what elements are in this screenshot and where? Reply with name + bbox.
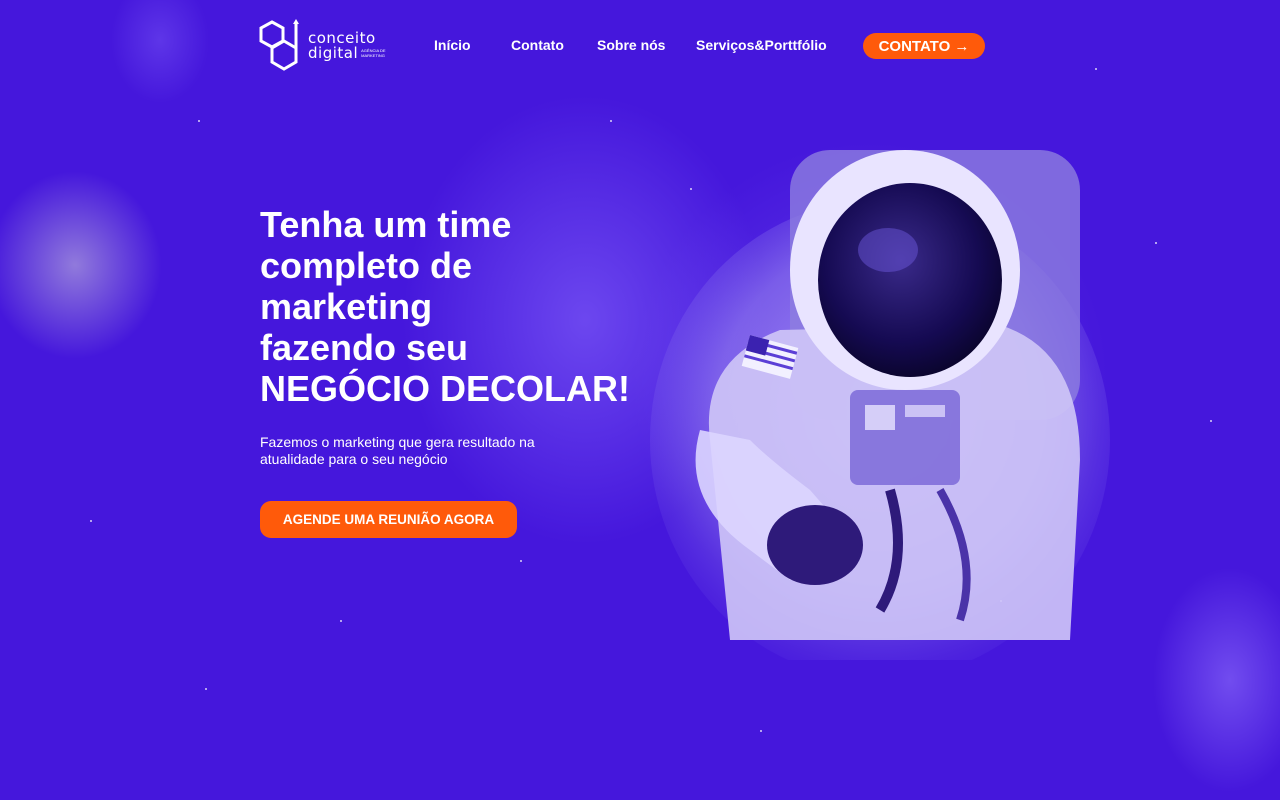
brand-wordmark: conceito digital AGÊNCIA DE MARKETING bbox=[308, 31, 389, 61]
nav-item-sobre-nos[interactable]: Sobre nós bbox=[597, 37, 665, 53]
nav-item-contato[interactable]: Contato bbox=[511, 37, 564, 53]
hexagon-logo-icon bbox=[259, 19, 299, 71]
hero-title-line: marketing bbox=[260, 286, 433, 327]
hero-title-line: completo de bbox=[260, 245, 473, 286]
hero-title-line: Tenha um time bbox=[260, 204, 512, 245]
hero-title-line: fazendo seu bbox=[260, 327, 469, 368]
nav-item-servicos-portfolio[interactable]: Serviços&Porttfólio bbox=[696, 37, 827, 53]
hero-subtitle: Fazemos o marketing que gera resultado n… bbox=[260, 434, 535, 467]
brand-name-line2: digital bbox=[308, 44, 359, 62]
astronaut-illustration bbox=[650, 150, 1110, 660]
nav-item-inicio[interactable]: Início bbox=[434, 37, 471, 53]
schedule-meeting-button[interactable]: AGENDE UMA REUNIÃO AGORA bbox=[260, 501, 517, 538]
brand-logo[interactable]: conceito digital AGÊNCIA DE MARKETING bbox=[258, 18, 386, 74]
contact-cta-button[interactable]: CONTATO → bbox=[863, 33, 985, 59]
brand-tagline: AGÊNCIA DE MARKETING bbox=[361, 48, 386, 58]
hero-title-line: NEGÓCIO DECOLAR! bbox=[260, 368, 631, 409]
hero-title: Tenha um time completo de marketing faze… bbox=[260, 204, 640, 409]
